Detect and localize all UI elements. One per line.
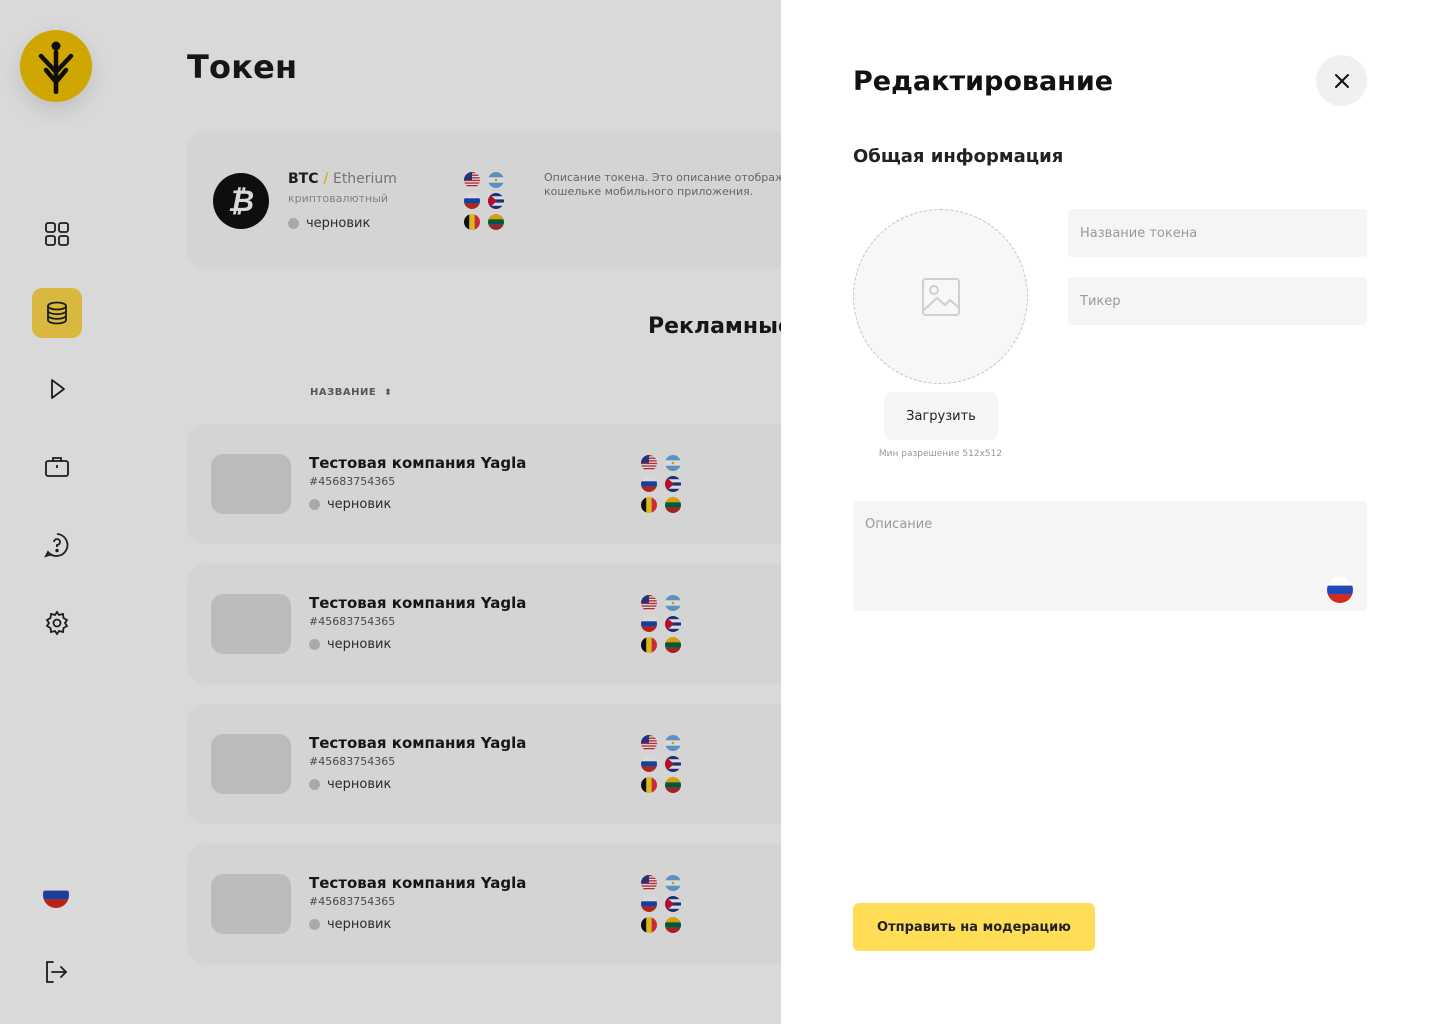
flag-ru-icon bbox=[1327, 577, 1353, 603]
token-name-input[interactable] bbox=[1068, 209, 1367, 257]
upload-hint: Мин разрешение 512х512 bbox=[878, 449, 1003, 459]
general-info-heading: Общая информация bbox=[853, 146, 1064, 167]
edit-drawer: Редактирование Общая информация Загрузит… bbox=[781, 0, 1440, 1024]
close-icon bbox=[1334, 73, 1349, 88]
image-placeholder-icon bbox=[921, 277, 960, 316]
upload-button[interactable]: Загрузить bbox=[884, 392, 998, 440]
description-language-selector[interactable] bbox=[1327, 577, 1353, 603]
image-dropzone[interactable] bbox=[853, 209, 1028, 384]
drawer-title: Редактирование bbox=[853, 66, 1114, 97]
ticker-input[interactable] bbox=[1068, 277, 1367, 325]
close-button[interactable] bbox=[1316, 55, 1367, 106]
description-textarea[interactable] bbox=[853, 501, 1367, 611]
submit-moderation-button[interactable]: Отправить на модерацию bbox=[853, 903, 1095, 951]
